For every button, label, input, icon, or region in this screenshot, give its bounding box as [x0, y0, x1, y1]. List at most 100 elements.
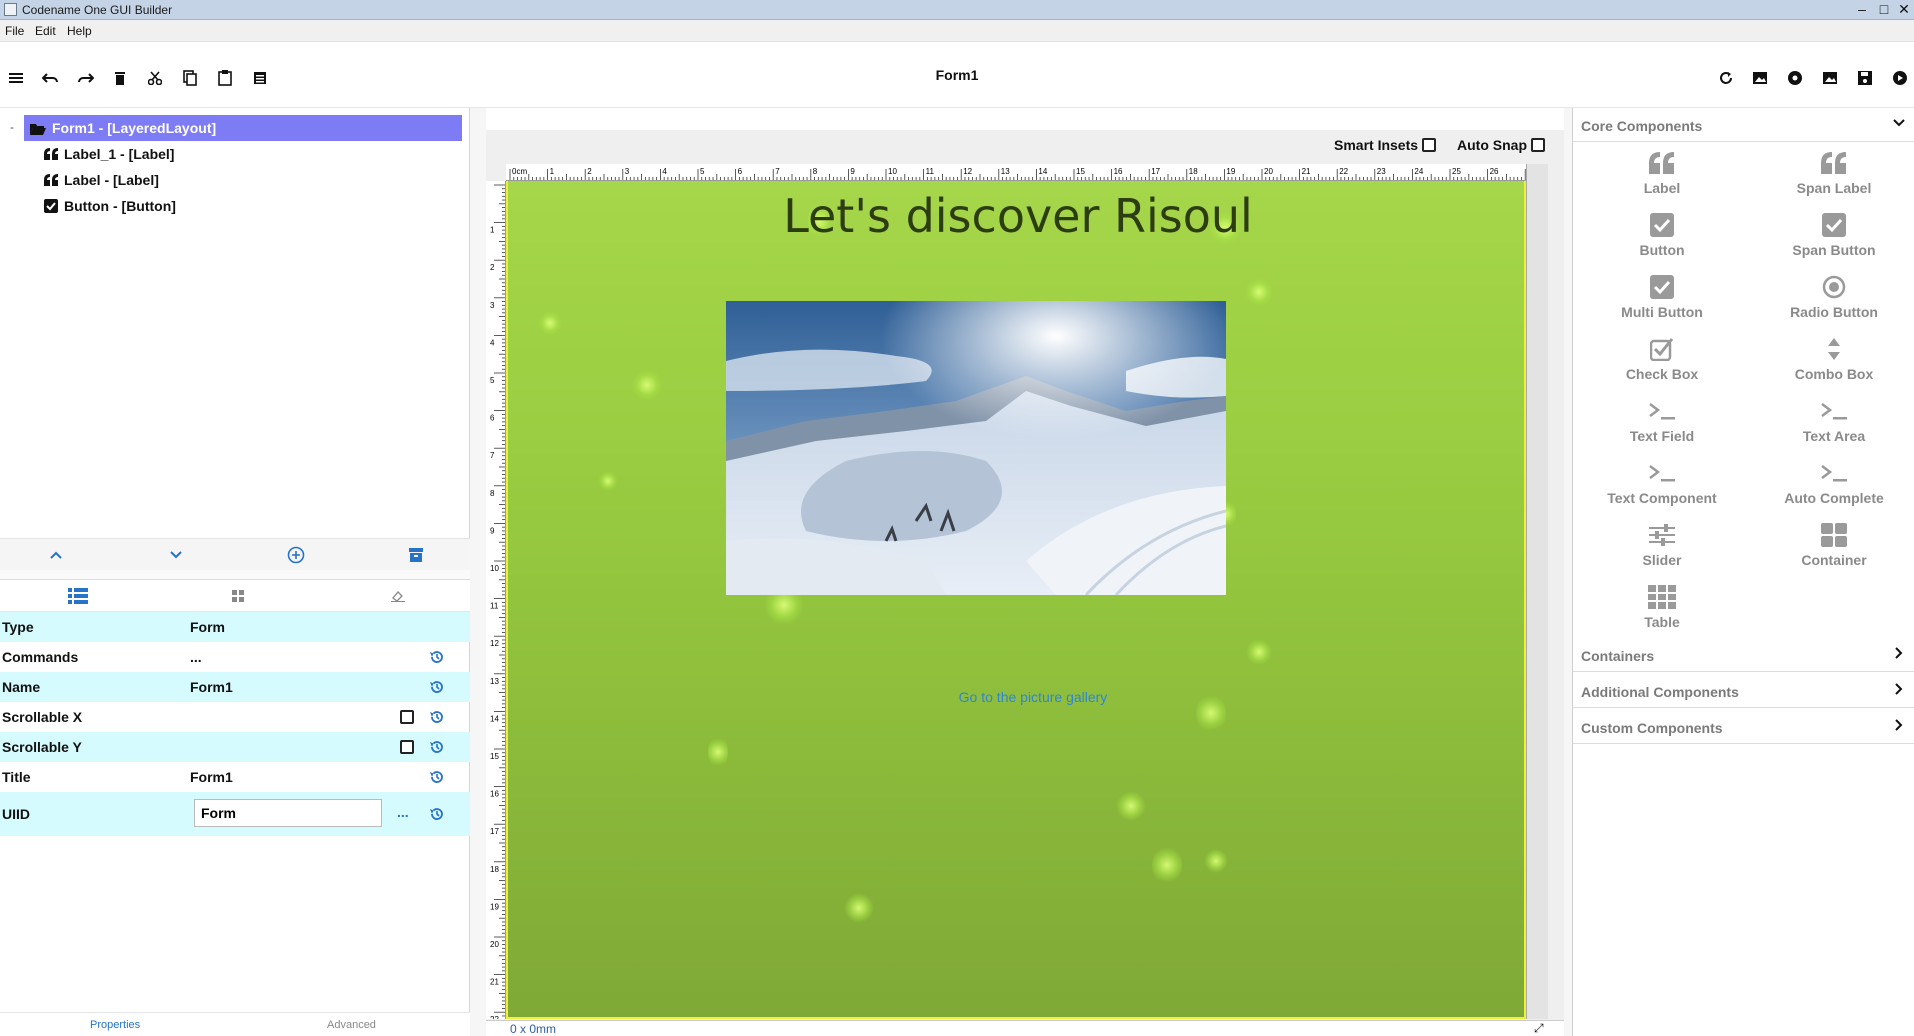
ruler-number: 3	[625, 167, 630, 176]
palette-item-label: Container	[1801, 552, 1867, 568]
reset-history-icon[interactable]	[428, 738, 446, 756]
close-button[interactable]: ✕	[1894, 1, 1914, 18]
palette-item-label: Span Button	[1792, 242, 1876, 258]
palette-item-container[interactable]: Container	[1759, 516, 1909, 576]
palette-item-text-component[interactable]: Text Component	[1587, 454, 1737, 514]
section-core-components[interactable]: Core Components	[1573, 108, 1914, 142]
panel-splitter[interactable]	[0, 570, 470, 580]
palette-item-multi-button[interactable]: Multi Button	[1587, 268, 1737, 328]
scrollable-y-checkbox[interactable]	[400, 740, 414, 754]
tree-item-label-1[interactable]: Label_1 - [Label]	[44, 141, 174, 167]
canvas-title-label[interactable]: Let's discover Risoul	[508, 189, 1524, 243]
smart-insets-checkbox[interactable]	[1422, 138, 1437, 152]
palette-item-button[interactable]: Button	[1587, 206, 1737, 266]
ruler-number: 13	[490, 677, 499, 686]
auto-snap-label: Auto Snap	[1457, 137, 1527, 153]
reset-history-icon[interactable]	[428, 805, 446, 823]
reset-history-icon[interactable]	[428, 648, 446, 666]
archive-icon[interactable]	[406, 545, 426, 565]
reset-history-icon[interactable]	[428, 708, 446, 726]
image-icon[interactable]	[1748, 66, 1772, 90]
vertical-scrollbar[interactable]	[1526, 164, 1548, 1019]
move-down-icon[interactable]	[166, 545, 186, 565]
menu-help[interactable]: Help	[67, 24, 92, 38]
menu-edit[interactable]: Edit	[35, 24, 56, 38]
tree-item-button[interactable]: Button - [Button]	[44, 193, 176, 219]
ruler-number: 12	[963, 167, 972, 176]
save-icon[interactable]	[1853, 66, 1877, 90]
section-title: Containers	[1581, 648, 1655, 664]
tab-advanced[interactable]: Advanced	[327, 1019, 376, 1031]
palette-item-text-field[interactable]: Text Field	[1587, 392, 1737, 452]
property-row-scrollable-y: Scrollable Y	[0, 732, 470, 762]
ruler-number: 13	[1001, 167, 1010, 176]
section-additional-components[interactable]: Additional Components	[1573, 674, 1914, 708]
ruler-number: 1	[550, 167, 555, 176]
ruler-number: 20	[490, 940, 499, 949]
uiid-more-button[interactable]: ...	[397, 804, 409, 820]
grid-view-icon[interactable]	[226, 586, 250, 606]
uiid-input[interactable]	[194, 799, 382, 827]
section-containers[interactable]: Containers	[1573, 638, 1914, 672]
palette-item-label[interactable]: Label	[1587, 144, 1737, 204]
ruler-left: 12345678910111213141516171819202122	[486, 181, 506, 1019]
design-header	[486, 108, 1564, 130]
add-circle-icon[interactable]	[286, 545, 306, 565]
left-splitter[interactable]	[470, 108, 486, 1036]
refresh-icon[interactable]	[1714, 66, 1738, 90]
palette-item-text-area[interactable]: Text Area	[1759, 392, 1909, 452]
image-icon[interactable]	[1818, 66, 1842, 90]
section-title: Additional Components	[1581, 684, 1739, 700]
palette-item-label: Label	[1643, 180, 1681, 196]
palette-item-slider[interactable]: Slider	[1587, 516, 1737, 576]
tree-collapse-toggle[interactable]: -	[10, 120, 14, 134]
ruler-number: 2	[490, 263, 495, 272]
mountain-photo[interactable]	[726, 301, 1226, 595]
section-title: Core Components	[1581, 118, 1703, 134]
terminal-icon	[1647, 396, 1677, 426]
ruler-number: 18	[490, 865, 499, 874]
right-splitter[interactable]	[1564, 108, 1572, 1036]
smart-insets-toggle[interactable]: Smart Insets	[1334, 137, 1437, 153]
auto-snap-toggle[interactable]: Auto Snap	[1457, 137, 1545, 153]
property-value[interactable]: Form1	[190, 769, 233, 785]
palette-item-radio-button[interactable]: Radio Button	[1759, 268, 1909, 328]
menu-file[interactable]: File	[5, 24, 24, 38]
palette-item-span-label[interactable]: Span Label	[1759, 144, 1909, 204]
minimize-button[interactable]: –	[1852, 1, 1872, 18]
property-value[interactable]: Form1	[190, 679, 233, 695]
palette-item-check-box[interactable]: Check Box	[1587, 330, 1737, 390]
maximize-button[interactable]: □	[1874, 1, 1894, 18]
fullscreen-icon[interactable]: ⤢	[1534, 1021, 1544, 1036]
form-canvas[interactable]: Let's discover Risoul Go to the picture …	[506, 181, 1526, 1019]
palette-item-auto-complete[interactable]: Auto Complete	[1759, 454, 1909, 514]
auto-snap-checkbox[interactable]	[1531, 138, 1545, 152]
ruler-top: 0cm 1 2 3 4 5 6 7 8 9 10 11 12 13 14 15 16 17 18 19 20 21 22 23…	[506, 164, 1526, 181]
commands-edit-button[interactable]: ...	[190, 649, 202, 665]
property-row-uiid: UIID ...	[0, 792, 470, 836]
reset-history-icon[interactable]	[428, 768, 446, 786]
ruler-number: 9	[490, 526, 495, 535]
section-custom-components[interactable]: Custom Components	[1573, 710, 1914, 744]
reset-history-icon[interactable]	[428, 678, 446, 696]
quote-icon	[1819, 148, 1849, 178]
tab-properties[interactable]: Properties	[90, 1019, 140, 1031]
palette-item-table[interactable]: Table	[1587, 578, 1737, 638]
record-icon[interactable]	[1783, 66, 1807, 90]
tree-item-label[interactable]: Label - [Label]	[44, 167, 159, 193]
list-view-icon[interactable]	[66, 586, 90, 606]
paint-icon[interactable]	[386, 586, 410, 606]
property-row-commands: Commands ...	[0, 642, 470, 672]
palette-item-combo-box[interactable]: Combo Box	[1759, 330, 1909, 390]
status-bar: 0 x 0mm ⤢	[486, 1020, 1564, 1036]
tree-item-form1[interactable]: Form1 - [LayeredLayout]	[24, 115, 462, 141]
palette-item-span-button[interactable]: Span Button	[1759, 206, 1909, 266]
section-title: Custom Components	[1581, 720, 1723, 736]
quote-icon	[1647, 148, 1677, 178]
play-icon[interactable]	[1888, 66, 1912, 90]
ruler-number: 3	[490, 301, 495, 310]
scrollable-x-checkbox[interactable]	[400, 710, 414, 724]
move-up-icon[interactable]	[46, 545, 66, 565]
gallery-link-button[interactable]: Go to the picture gallery	[508, 689, 1524, 705]
component-palette: Core Components Label Span Label Button Spa…	[1572, 108, 1914, 1036]
